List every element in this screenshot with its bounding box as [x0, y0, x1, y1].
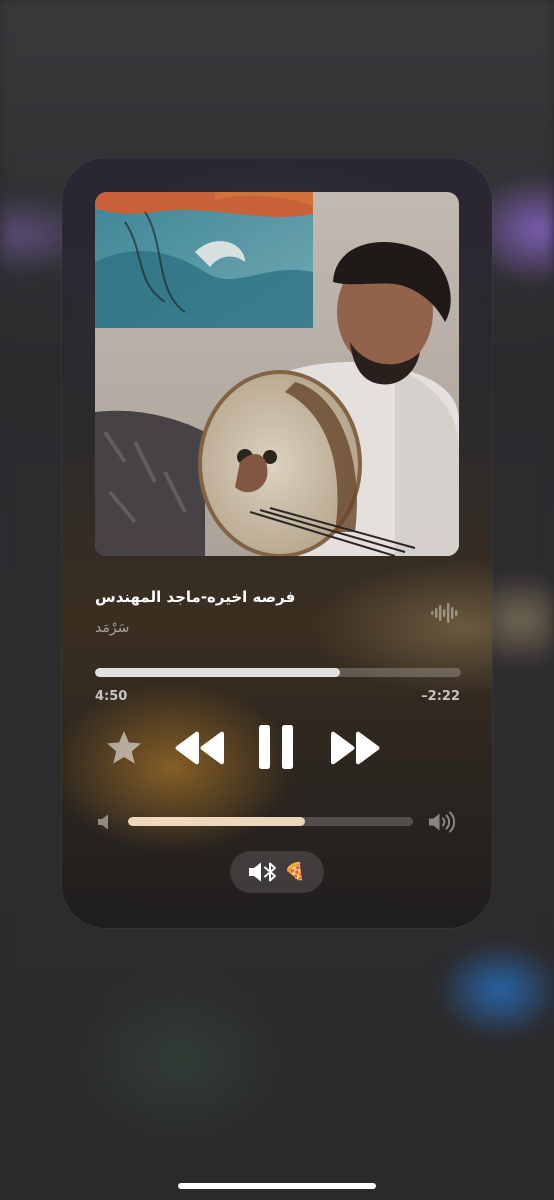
artist-name[interactable]: سَرْمَد: [95, 620, 129, 636]
remaining-time: –2:22: [421, 689, 460, 704]
volume-fill: [128, 817, 305, 826]
elapsed-time: 4:50: [95, 689, 128, 704]
audio-output-button[interactable]: 🍕: [230, 851, 324, 893]
playback-progress-bar[interactable]: [95, 668, 461, 677]
volume-slider[interactable]: [128, 817, 413, 826]
pizza-emoji: 🍕: [284, 861, 306, 882]
rewind-button[interactable]: [174, 730, 226, 766]
artwork-image: [95, 192, 459, 556]
now-playing-card: فرصه اخيره-ماجد المهندس سَرْمَد 4:50 –2:…: [62, 158, 492, 928]
fast-forward-icon: [331, 731, 380, 765]
track-title: فرصه اخيره-ماجد المهندس: [95, 588, 296, 606]
star-icon: [107, 731, 141, 764]
audio-wave-icon: [430, 602, 460, 624]
pause-icon: [259, 725, 293, 769]
home-indicator[interactable]: [178, 1183, 376, 1189]
fast-forward-button[interactable]: [329, 730, 381, 766]
star-button[interactable]: [104, 728, 144, 768]
album-artwork[interactable]: [95, 192, 459, 556]
speaker-high-icon: [428, 811, 458, 833]
pause-button[interactable]: [256, 722, 296, 772]
speaker-bluetooth-icon: [249, 862, 277, 882]
rewind-icon: [175, 731, 224, 765]
progress-fill: [95, 668, 341, 677]
speaker-low-icon: [96, 813, 112, 831]
